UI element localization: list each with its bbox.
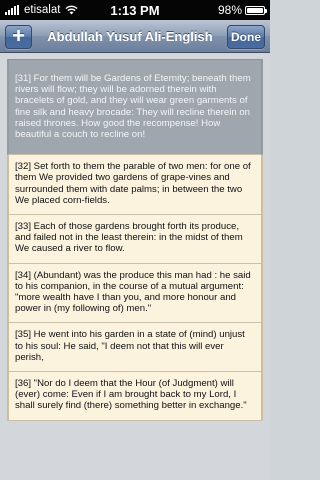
battery-icon xyxy=(245,5,267,15)
verse-item[interactable]: [34] (Abundant) was the produce this man… xyxy=(7,263,263,324)
add-button[interactable]: + xyxy=(5,25,32,49)
verse-item[interactable]: [33] Each of those gardens brought forth… xyxy=(7,215,263,264)
status-left: etisalat xyxy=(5,4,78,16)
verse-item[interactable]: [36] "Nor do I deem that the Hour (of Ju… xyxy=(7,372,263,421)
verse-item[interactable]: [35] He went into his garden in a state … xyxy=(7,323,263,373)
signal-strength-icon xyxy=(5,5,19,15)
verse-list: [31] For them will be Gardens of Eternit… xyxy=(7,59,263,421)
verse-list-view[interactable]: [31] For them will be Gardens of Eternit… xyxy=(0,54,270,480)
verse-item-selected[interactable]: [31] For them will be Gardens of Eternit… xyxy=(7,59,263,156)
plus-icon: + xyxy=(12,23,25,48)
done-button[interactable]: Done xyxy=(227,25,265,49)
battery-percent: 98% xyxy=(217,3,242,17)
status-bar: etisalat 1:13 PM 98% xyxy=(0,0,270,20)
battery-fill xyxy=(247,7,263,13)
carrier-name: etisalat xyxy=(24,4,61,16)
wifi-icon xyxy=(65,5,78,15)
navigation-bar: + Abdullah Yusuf Ali-English Done xyxy=(0,20,270,53)
page-title: Abdullah Yusuf Ali-English xyxy=(47,29,213,44)
status-right: 98% xyxy=(217,3,267,17)
verse-item[interactable]: [32] Set forth to them the parable of tw… xyxy=(7,155,263,216)
